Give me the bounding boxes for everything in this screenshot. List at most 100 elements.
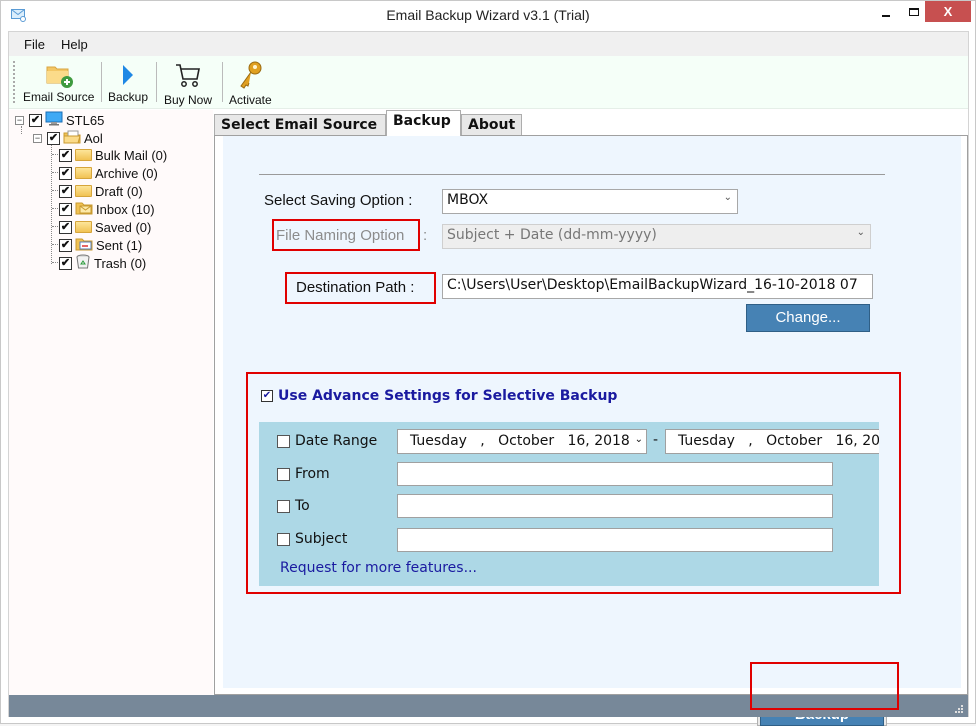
tree-label: Bulk Mail (0) bbox=[95, 147, 168, 163]
tree-checkbox[interactable]: ✔ bbox=[59, 220, 72, 234]
tree-checkbox[interactable]: ✔ bbox=[59, 238, 72, 252]
advance-settings-panel: Date Range Tuesday , October 16, 2018 ⌄ … bbox=[259, 422, 879, 586]
date-range-checkbox[interactable] bbox=[277, 434, 290, 448]
minimize-icon bbox=[882, 14, 890, 17]
backup-panel: Select Saving Option : MBOX ⌄ File Namin… bbox=[214, 135, 968, 726]
toolbar: Email Source Backup Buy Now Activate bbox=[9, 56, 968, 109]
to-option[interactable]: To bbox=[277, 498, 310, 514]
buy-now-button[interactable]: Buy Now bbox=[164, 60, 212, 107]
window-title: Email Backup Wizard v3.1 (Trial) bbox=[386, 7, 590, 23]
saving-option-label: Select Saving Option : bbox=[264, 192, 413, 209]
tree-checkbox[interactable]: ✔ bbox=[59, 148, 72, 162]
tab-select-email-source[interactable]: Select Email Source bbox=[214, 114, 386, 136]
date-to-picker[interactable]: Tuesday , October 16, 2018 bbox=[665, 429, 879, 454]
subject-checkbox[interactable] bbox=[277, 532, 290, 546]
request-features-link[interactable]: Request for more features... bbox=[280, 560, 477, 576]
tree-checkbox[interactable]: ✔ bbox=[59, 256, 72, 270]
resize-grip-icon[interactable] bbox=[954, 704, 964, 714]
divider bbox=[259, 174, 885, 175]
toolbar-separator bbox=[101, 62, 102, 102]
to-checkbox[interactable] bbox=[277, 499, 290, 513]
saving-option-select[interactable]: MBOX ⌄ bbox=[442, 189, 738, 214]
app-window: Email Backup Wizard v3.1 (Trial) X File … bbox=[0, 0, 976, 726]
tab-backup[interactable]: Backup bbox=[386, 110, 461, 136]
folder-tree: − ✔ STL65 − ✔ Aol ✔ Bulk Mail (0) ✔ Arch… bbox=[9, 110, 213, 695]
activate-button[interactable]: Activate bbox=[229, 60, 272, 107]
folder-icon bbox=[75, 221, 92, 233]
folder-icon bbox=[75, 149, 92, 161]
menu-bar: File Help bbox=[9, 32, 968, 56]
saving-option-value: MBOX bbox=[447, 192, 489, 208]
tree-label: Saved (0) bbox=[95, 219, 152, 235]
account-folder-icon bbox=[63, 130, 81, 147]
menu-file[interactable]: File bbox=[24, 37, 45, 52]
tree-label: Inbox (10) bbox=[96, 201, 155, 217]
tree-node-folder[interactable]: ✔ Trash (0) bbox=[59, 254, 146, 272]
destination-path-label: Destination Path : bbox=[296, 279, 415, 296]
chevron-down-icon: ⌄ bbox=[856, 227, 865, 238]
tree-label: Draft (0) bbox=[95, 183, 143, 199]
email-source-button[interactable]: Email Source bbox=[23, 60, 94, 104]
date-to-value: Tuesday , October 16, 2018 bbox=[678, 433, 879, 449]
tree-label: Aol bbox=[84, 130, 103, 146]
toolbar-separator bbox=[156, 62, 157, 102]
file-naming-select[interactable]: Subject + Date (dd-mm-yyyy) ⌄ bbox=[442, 224, 871, 249]
from-option[interactable]: From bbox=[277, 466, 330, 482]
menu-help[interactable]: Help bbox=[61, 37, 88, 52]
folder-icon bbox=[75, 185, 92, 197]
chevron-down-icon: ⌄ bbox=[723, 192, 732, 203]
date-range-label: Date Range bbox=[295, 433, 378, 449]
tree-node-aol[interactable]: − ✔ Aol bbox=[33, 129, 103, 147]
tree-checkbox[interactable]: ✔ bbox=[47, 131, 60, 145]
change-button[interactable]: Change... bbox=[746, 304, 870, 332]
tree-node-folder[interactable]: ✔ Bulk Mail (0) bbox=[59, 146, 167, 164]
tree-checkbox[interactable]: ✔ bbox=[29, 113, 42, 127]
tree-node-folder[interactable]: ✔ Saved (0) bbox=[59, 218, 151, 236]
advance-settings-checkbox[interactable]: ✔ bbox=[261, 390, 273, 402]
toolbar-grip[interactable] bbox=[13, 61, 15, 103]
tree-node-stl65[interactable]: − ✔ STL65 bbox=[15, 111, 104, 129]
sent-folder-icon bbox=[75, 237, 93, 254]
date-separator: - bbox=[653, 432, 659, 448]
tab-about[interactable]: About bbox=[461, 114, 522, 136]
from-label: From bbox=[295, 466, 330, 482]
tree-node-folder[interactable]: ✔ Sent (1) bbox=[59, 236, 142, 254]
date-range-option[interactable]: Date Range bbox=[277, 433, 377, 449]
from-checkbox[interactable] bbox=[277, 467, 290, 481]
tree-label: Archive (0) bbox=[95, 165, 158, 181]
tree-checkbox[interactable]: ✔ bbox=[59, 166, 72, 180]
annotation-highlight bbox=[750, 662, 899, 710]
from-input[interactable] bbox=[397, 462, 833, 486]
subject-input[interactable] bbox=[397, 528, 833, 552]
key-icon bbox=[236, 60, 264, 90]
minimize-button[interactable] bbox=[871, 1, 901, 22]
tree-checkbox[interactable]: ✔ bbox=[59, 184, 72, 198]
subject-option[interactable]: Subject bbox=[277, 531, 347, 547]
file-naming-colon: : bbox=[423, 227, 428, 244]
backup-toolbar-label: Backup bbox=[108, 90, 149, 104]
collapse-icon[interactable]: − bbox=[15, 115, 24, 125]
date-from-picker[interactable]: Tuesday , October 16, 2018 ⌄ bbox=[397, 429, 647, 454]
toolbar-separator bbox=[222, 62, 223, 102]
play-arrow-icon bbox=[121, 60, 135, 90]
destination-path-input[interactable]: C:\Users\User\Desktop\EmailBackupWizard_… bbox=[442, 274, 873, 299]
tree-node-folder[interactable]: ✔ Draft (0) bbox=[59, 182, 143, 200]
to-label: To bbox=[295, 498, 310, 514]
file-naming-value: Subject + Date (dd-mm-yyyy) bbox=[447, 227, 657, 243]
close-button[interactable]: X bbox=[925, 1, 971, 22]
folder-add-icon bbox=[45, 60, 73, 90]
tree-label: Trash (0) bbox=[94, 255, 147, 271]
title-bar: Email Backup Wizard v3.1 (Trial) X bbox=[1, 1, 975, 31]
tree-node-folder[interactable]: ✔ Archive (0) bbox=[59, 164, 158, 182]
collapse-icon[interactable]: − bbox=[33, 133, 42, 143]
maximize-icon bbox=[909, 7, 919, 16]
advance-settings-toggle[interactable]: ✔ Use Advance Settings for Selective Bac… bbox=[261, 388, 617, 404]
chevron-down-icon: ⌄ bbox=[632, 434, 643, 445]
backup-toolbar-button[interactable]: Backup bbox=[108, 60, 148, 104]
to-input[interactable] bbox=[397, 494, 833, 518]
subject-label: Subject bbox=[295, 531, 348, 547]
file-naming-label: File Naming Option bbox=[276, 227, 405, 244]
date-from-value: Tuesday , October 16, 2018 bbox=[410, 433, 630, 449]
tree-checkbox[interactable]: ✔ bbox=[59, 202, 72, 216]
tree-node-folder[interactable]: ✔ Inbox (10) bbox=[59, 200, 155, 218]
